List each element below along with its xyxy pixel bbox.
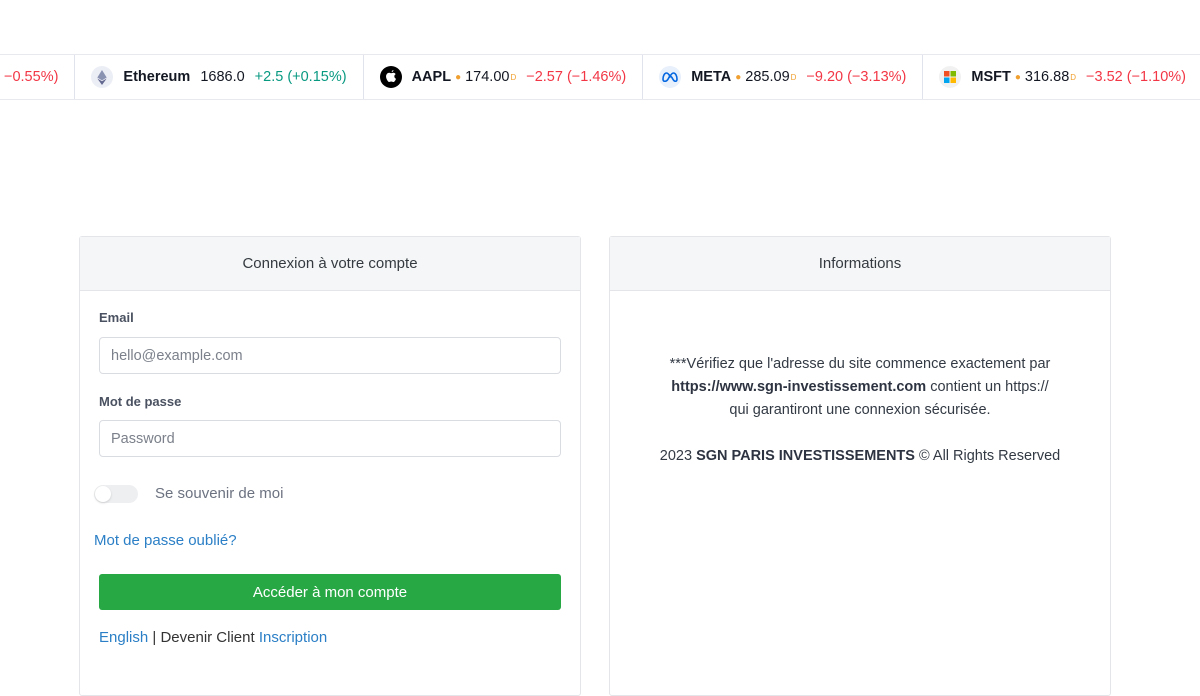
ticker-change: −2.57 (−1.46%) [526,69,627,85]
forgot-password-link[interactable]: Mot de passe oublié? [94,532,237,549]
meta-icon [659,66,682,88]
footer-separator: | [152,629,157,646]
email-label: Email [99,310,134,325]
ticker-change: −3.52 (−1.10%) [1086,69,1187,85]
login-submit-button[interactable]: Accéder à mon compte [99,574,561,610]
ticker-item-ethereum[interactable]: Ethereum 1686.0 +2.5 (+0.15%) [75,55,364,99]
toggle-knob [95,486,111,502]
info-body: ***Vérifiez que l'adresse du site commen… [610,353,1110,468]
ticker-change: −0.55%) [4,69,59,85]
ticker-price: 174.00 [465,69,510,85]
remember-me-toggle[interactable] [94,485,138,503]
password-field[interactable] [99,420,561,457]
copyright: 2023 SGN PARIS INVESTISSEMENTS © All Rig… [610,445,1110,468]
ticker-item-partial[interactable]: −0.55%) [0,55,76,99]
delayed-indicator: D [1070,72,1077,82]
company-name: SGN PARIS INVESTISSEMENTS [696,448,915,464]
password-label: Mot de passe [99,394,182,409]
ticker-symbol: META [691,69,732,85]
market-status-dot: ● [1014,71,1021,83]
ticker-change: −9.20 (−3.13%) [806,69,907,85]
remember-me-label: Se souvenir de moi [155,485,284,502]
market-status-dot: ● [735,71,742,83]
copyright-year: 2023 [659,448,693,464]
signup-link[interactable]: Inscription [259,629,327,646]
ticker-item-msft[interactable]: MSFT ● 316.88 D −3.52 (−1.10%) [923,55,1200,99]
become-client-text: Devenir Client [160,629,255,646]
ticker-price: 1686.0 [200,69,245,85]
login-card: Connexion à votre compte Email Mot de pa… [79,236,581,696]
english-link[interactable]: English [99,629,148,646]
ticker-price: 316.88 [1024,69,1070,85]
security-notice-line2: https://www.sgn-investissement.com conti… [610,376,1110,399]
apple-icon [379,66,402,88]
login-footer: English | Devenir Client Inscription [99,629,327,646]
email-field[interactable] [99,337,561,374]
site-url: https://www.sgn-investissement.com [671,379,927,395]
stock-ticker: −0.55%) Ethereum 1686.0 +2.5 (+0.15%) AA… [0,54,1200,100]
market-status-dot: ● [455,71,462,83]
login-card-title: Connexion à votre compte [80,237,580,291]
security-notice-line1: ***Vérifiez que l'adresse du site commen… [669,356,1051,372]
delayed-indicator: D [510,72,517,82]
info-card: Informations ***Vérifiez que l'adresse d… [609,236,1111,696]
security-notice-line3: qui garantiront une connexion sécurisée. [729,402,991,418]
ticker-item-aapl[interactable]: AAPL ● 174.00 D −2.57 (−1.46%) [364,55,644,99]
ticker-symbol: Ethereum [123,69,191,85]
ticker-item-meta[interactable]: META ● 285.09 D −9.20 (−3.13%) [643,55,924,99]
info-card-title: Informations [610,237,1110,291]
microsoft-icon [939,66,962,88]
delayed-indicator: D [790,72,797,82]
copyright-rest: © All Rights Reserved [918,448,1061,464]
ticker-symbol: AAPL [411,69,452,85]
ethereum-icon [91,66,114,88]
ticker-symbol: MSFT [971,69,1011,85]
ticker-price: 285.09 [745,69,790,85]
ticker-change: +2.5 (+0.15%) [254,69,347,85]
security-notice-line2-rest: contient un https:// [930,379,1049,395]
